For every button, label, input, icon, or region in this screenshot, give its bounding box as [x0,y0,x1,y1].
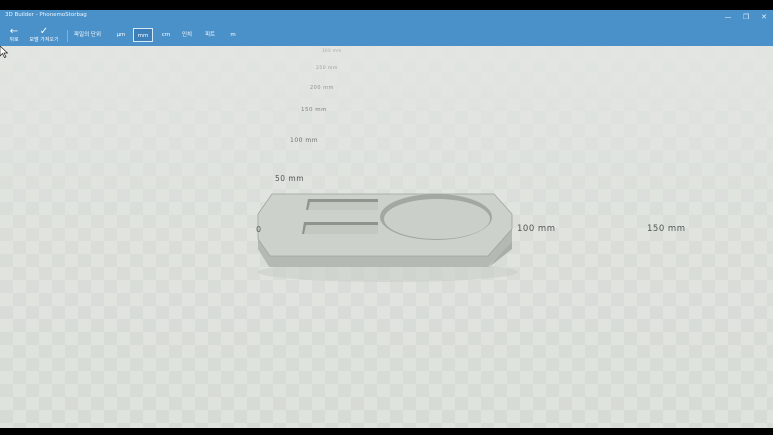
y-ruler-label: 250 mm [316,66,338,71]
import-model-button[interactable]: ✓ 모델 가져오기 [26,27,62,44]
import-model-label: 모델 가져오기 [29,37,59,43]
unit-millimeter[interactable]: mm [133,28,153,42]
y-ruler-label: 100 mm [290,137,319,144]
x-ruler-label: 0 [256,225,262,234]
title-bar: 3D Builder - PhonemoStorbag — ❐ ✕ [0,10,773,24]
slot-upper-floor [308,202,378,210]
check-icon: ✓ [39,26,49,37]
3d-viewport[interactable]: 300 mm 250 mm 200 mm 150 mm 100 mm 50 mm… [0,46,773,428]
slot-lower-floor [304,225,378,234]
scene-canvas [0,46,773,428]
back-button[interactable]: ← 뒤로 [4,27,24,44]
y-ruler-label: 150 mm [301,107,327,113]
y-ruler-label: 200 mm [310,85,334,91]
maximize-button[interactable]: ❐ [737,10,755,24]
unit-foot[interactable]: 피트 [200,28,220,42]
unit-micrometer[interactable]: μm [112,28,130,42]
circle-recess [384,199,490,239]
back-arrow-icon: ← [9,26,19,37]
mouse-cursor-icon [0,46,8,58]
window-title: 3D Builder - PhonemoStorbag [5,12,87,18]
y-ruler-label: 50 mm [275,174,305,183]
unit-meter[interactable]: m [225,28,241,42]
x-ruler-label: 150 mm [647,224,686,234]
unit-inch[interactable]: 인치 [178,28,196,42]
close-button[interactable]: ✕ [755,10,773,24]
minimize-button[interactable]: — [719,10,737,24]
video-frame-top [0,0,773,10]
x-ruler-label: 100 mm [517,224,556,234]
file-units-label: 파일의 단위 [74,32,102,38]
y-ruler-label: 300 mm [322,48,342,53]
back-label: 뒤로 [9,37,19,43]
unit-centimeter[interactable]: cm [158,28,174,42]
video-frame-bottom [0,428,773,435]
toolbar-divider [67,30,68,42]
toolbar: ← 뒤로 ✓ 모델 가져오기 파일의 단위 μm mm cm 인치 피트 m [0,24,773,46]
